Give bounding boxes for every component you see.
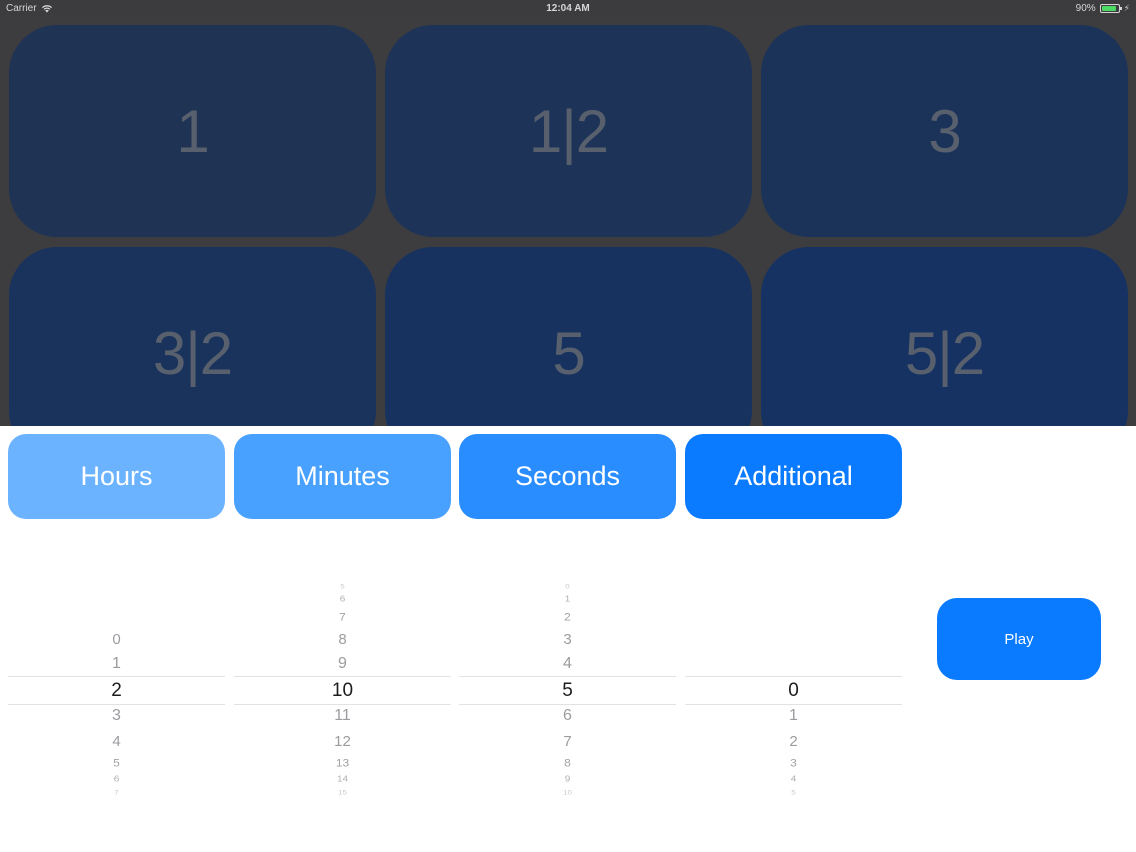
picker-option[interactable]: 4 [8, 733, 225, 750]
picker-option[interactable]: 9 [459, 775, 676, 784]
picker-selection-line [685, 704, 902, 705]
picker-option[interactable]: 5 [8, 757, 225, 769]
picker-option[interactable]: 1 [459, 595, 676, 604]
picker-option[interactable]: 5 [234, 583, 451, 590]
minutes-button[interactable]: Minutes [234, 434, 451, 519]
tile-label: 5|2 [904, 319, 985, 387]
picker-selection-line [459, 676, 676, 677]
picker-selection-line [459, 704, 676, 705]
picker-option[interactable]: 5 [685, 789, 902, 796]
carrier-label: Carrier [6, 3, 37, 14]
picker-selection-line [234, 676, 451, 677]
picker-selection-line [234, 704, 451, 705]
charging-bolt-icon: ⚡︎ [1123, 3, 1130, 13]
picker-option[interactable]: 2 [685, 733, 902, 750]
picker-option[interactable]: 8 [234, 631, 451, 648]
battery-fill [1101, 6, 1117, 11]
tile-grid: 1 1|2 3 3|2 5 5|2 [0, 17, 1136, 459]
picker-selected-value[interactable]: 2 [8, 680, 225, 702]
tile-1-2[interactable]: 1|2 [385, 25, 752, 237]
tile-label: 1 [176, 97, 209, 165]
status-left: Carrier [6, 3, 53, 14]
status-bar: Carrier 12:04 AM 90% ⚡︎ [0, 0, 1136, 17]
tile-3[interactable]: 3 [761, 25, 1128, 237]
battery-percent: 90% [1075, 3, 1096, 14]
picker-option[interactable]: 3 [459, 631, 676, 648]
picker-option[interactable]: 0 [459, 583, 676, 590]
tile-label: 3 [928, 97, 961, 165]
picker-option[interactable]: 4 [685, 775, 902, 784]
picker-option[interactable]: 0 [8, 631, 225, 648]
tile-label: 1|2 [528, 97, 609, 165]
picker-option[interactable]: 1 [685, 707, 902, 725]
picker-option[interactable]: 6 [8, 775, 225, 784]
tile-1[interactable]: 1 [9, 25, 376, 237]
picker-option[interactable]: 6 [459, 707, 676, 725]
picker-option[interactable]: 6 [234, 595, 451, 604]
picker-selection-line [8, 704, 225, 705]
picker-selected-value[interactable]: 5 [459, 680, 676, 702]
status-right: 90% ⚡︎ [1076, 3, 1130, 14]
tile-label: 3|2 [152, 319, 233, 387]
hours-picker[interactable]: 2 3 4 5 6 7 0 1 [8, 570, 225, 805]
minutes-picker[interactable]: 10 11 12 13 14 15 5 6 7 8 9 [234, 570, 451, 805]
picker-option[interactable]: 2 [459, 611, 676, 623]
picker-option[interactable]: 7 [459, 733, 676, 750]
picker-option[interactable]: 11 [234, 707, 451, 725]
picker-option[interactable]: 3 [685, 757, 902, 769]
picker-option[interactable]: 3 [8, 707, 225, 725]
play-button[interactable]: Play [937, 598, 1101, 680]
hours-button[interactable]: Hours [8, 434, 225, 519]
picker-option[interactable]: 10 [459, 789, 676, 796]
picker-option[interactable]: 8 [459, 757, 676, 769]
picker-option[interactable]: 1 [8, 655, 225, 673]
picker-option[interactable]: 15 [234, 789, 451, 796]
picker-option[interactable]: 9 [234, 655, 451, 673]
picker-option[interactable]: 4 [459, 655, 676, 673]
picker-option[interactable]: 7 [234, 611, 451, 623]
picker-option[interactable]: 12 [234, 733, 451, 750]
seconds-button[interactable]: Seconds [459, 434, 676, 519]
picker-selected-value[interactable]: 10 [234, 680, 451, 702]
picker-option[interactable]: 14 [234, 775, 451, 784]
picker-selection-line [685, 676, 902, 677]
additional-picker[interactable]: 0 1 2 3 4 5 [685, 570, 902, 805]
wifi-icon [41, 5, 52, 13]
picker-selection-line [8, 676, 225, 677]
picker-selected-value[interactable]: 0 [685, 680, 902, 702]
battery-icon [1099, 4, 1122, 13]
picker-option[interactable]: 13 [234, 757, 451, 769]
picker-option[interactable]: 7 [8, 789, 225, 796]
status-time: 12:04 AM [546, 3, 590, 14]
additional-button[interactable]: Additional [685, 434, 902, 519]
seconds-picker[interactable]: 5 6 7 8 9 10 0 1 2 3 4 [459, 570, 676, 805]
tile-label: 5 [552, 319, 585, 387]
